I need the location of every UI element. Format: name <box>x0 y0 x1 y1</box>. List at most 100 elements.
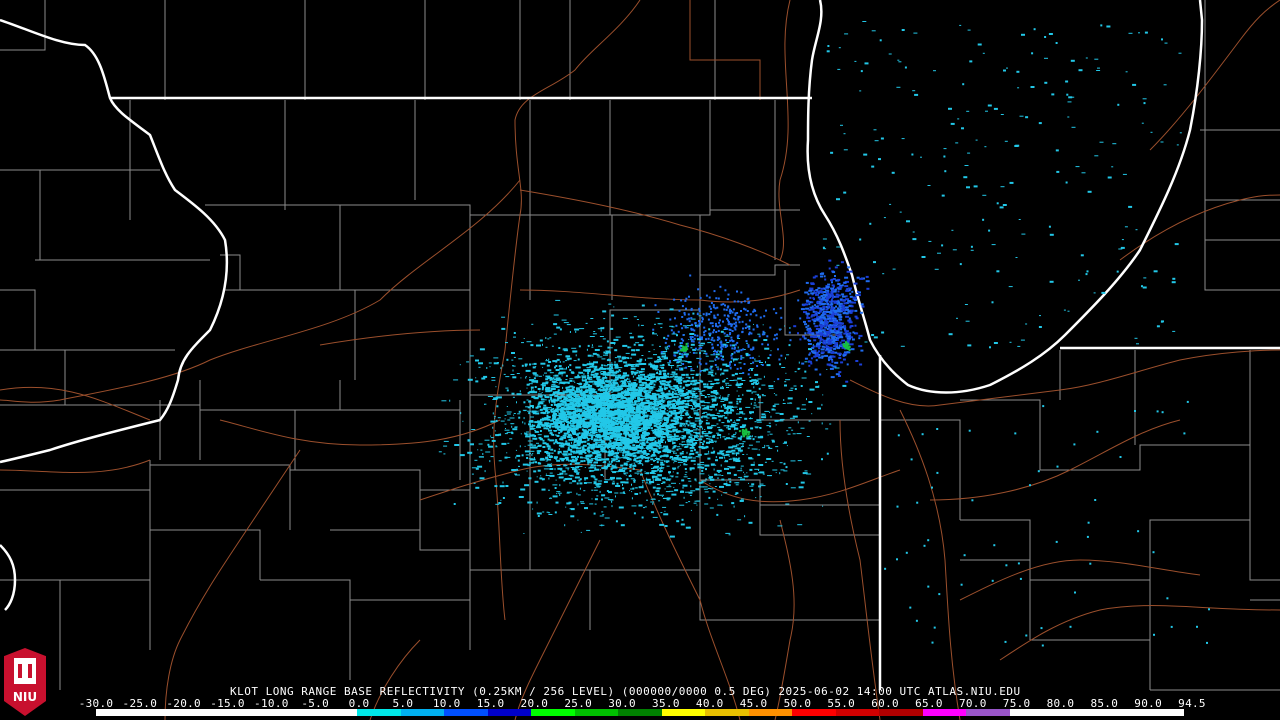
echo-pixel <box>501 316 506 318</box>
echo-pixel <box>608 303 612 305</box>
echo-pixel <box>726 377 729 379</box>
echo-pixel <box>595 433 601 436</box>
echo-pixel <box>673 468 675 470</box>
echo-pixel <box>604 461 606 462</box>
echo-pixel <box>775 412 780 414</box>
echo-pixel <box>513 356 516 358</box>
echo-pixel <box>640 468 643 471</box>
echo-pixel <box>722 415 725 417</box>
echo-pixel <box>583 436 586 439</box>
echo-pixel <box>767 434 769 436</box>
echo-pixel <box>676 407 681 409</box>
echo-pixel <box>697 436 699 439</box>
echo-pixel <box>562 361 565 363</box>
echo-pixel <box>680 490 684 493</box>
echo-pixel <box>557 492 562 494</box>
echo-pixel <box>634 463 636 465</box>
echo-pixel <box>720 464 722 467</box>
echo-pixel <box>694 397 698 399</box>
echo-pixel <box>669 471 671 473</box>
echo-pixel <box>555 439 558 442</box>
echo-pixel <box>580 501 584 503</box>
echo-pixel <box>571 446 576 449</box>
echo-pixel <box>797 460 802 462</box>
echo-pixel <box>639 455 645 458</box>
echo-pixel <box>605 458 610 461</box>
echo-pixel <box>605 350 611 352</box>
echo-pixel <box>636 436 641 439</box>
echo-pixel <box>569 364 572 367</box>
echo-pixel <box>633 439 638 442</box>
echo-pixel <box>648 449 651 452</box>
echo-pixel <box>540 457 545 460</box>
echo-pixel <box>558 431 561 434</box>
echo-pixel <box>716 469 722 472</box>
echo-pixel <box>659 523 665 526</box>
echo-pixel <box>521 364 524 367</box>
echo-pixel <box>653 408 659 410</box>
echo-pixel <box>614 357 617 359</box>
echo-pixel <box>758 396 761 399</box>
echo-pixel <box>626 426 631 429</box>
echo-pixel <box>716 437 719 439</box>
echo-pixel <box>631 353 637 356</box>
echo-pixel <box>659 357 662 360</box>
echo-pixel <box>524 422 526 425</box>
echo-pixel <box>545 337 547 339</box>
echo-pixel <box>484 403 485 405</box>
echo-pixel <box>761 384 766 386</box>
echo-pixel <box>511 469 517 471</box>
echo-pixel <box>630 478 635 480</box>
echo-pixel <box>684 425 686 428</box>
echo-pixel <box>567 468 569 471</box>
echo-pixel <box>618 360 623 363</box>
echo-pixel <box>571 387 574 390</box>
echo-pixel <box>594 349 600 351</box>
echo-pixel <box>689 494 692 496</box>
echo-pixel <box>686 389 688 390</box>
echo-pixel <box>653 451 655 454</box>
echo-pixel <box>542 412 546 415</box>
echo-pixel <box>690 490 696 492</box>
echo-pixel <box>625 474 627 476</box>
echo-pixel <box>625 385 631 388</box>
echo-pixel <box>549 472 553 474</box>
echo-pixel <box>565 355 569 358</box>
echo-pixel <box>660 395 663 398</box>
echo-pixel <box>570 467 575 468</box>
echo-pixel <box>678 352 681 355</box>
echo-pixel <box>603 364 606 366</box>
echo-pixel <box>640 439 644 442</box>
echo-pixel <box>701 427 703 430</box>
echo-pixel <box>624 364 629 367</box>
echo-pixel <box>569 385 574 388</box>
echo-pixel <box>484 470 486 473</box>
echo-pixel <box>753 404 757 406</box>
echo-pixel <box>719 368 722 371</box>
echo-pixel <box>678 390 684 393</box>
echo-pixel <box>697 456 701 458</box>
echo-pixel <box>631 429 634 432</box>
echo-pixel <box>752 438 755 441</box>
echo-pixel <box>666 499 670 501</box>
echo-pixel <box>577 374 580 377</box>
echo-pixel <box>541 478 545 481</box>
echo-pixel <box>772 469 778 471</box>
echo-pixel <box>685 471 688 473</box>
echo-pixel <box>521 342 524 344</box>
echo-pixel <box>696 413 700 416</box>
echo-pixel <box>623 467 626 470</box>
echo-pixel <box>738 362 742 364</box>
echo-pixel <box>506 389 509 392</box>
echo-pixel <box>634 372 637 375</box>
echo-pixel <box>609 499 614 501</box>
echo-pixel <box>654 393 660 396</box>
echo-pixel <box>626 451 629 453</box>
echo-pixel <box>802 472 808 475</box>
echo-pixel <box>645 406 650 409</box>
echo-pixel <box>739 499 743 502</box>
echo-pixel <box>608 369 614 372</box>
echo-pixel <box>718 419 721 422</box>
echo-pixel <box>634 479 636 481</box>
echo-pixel <box>541 488 546 491</box>
